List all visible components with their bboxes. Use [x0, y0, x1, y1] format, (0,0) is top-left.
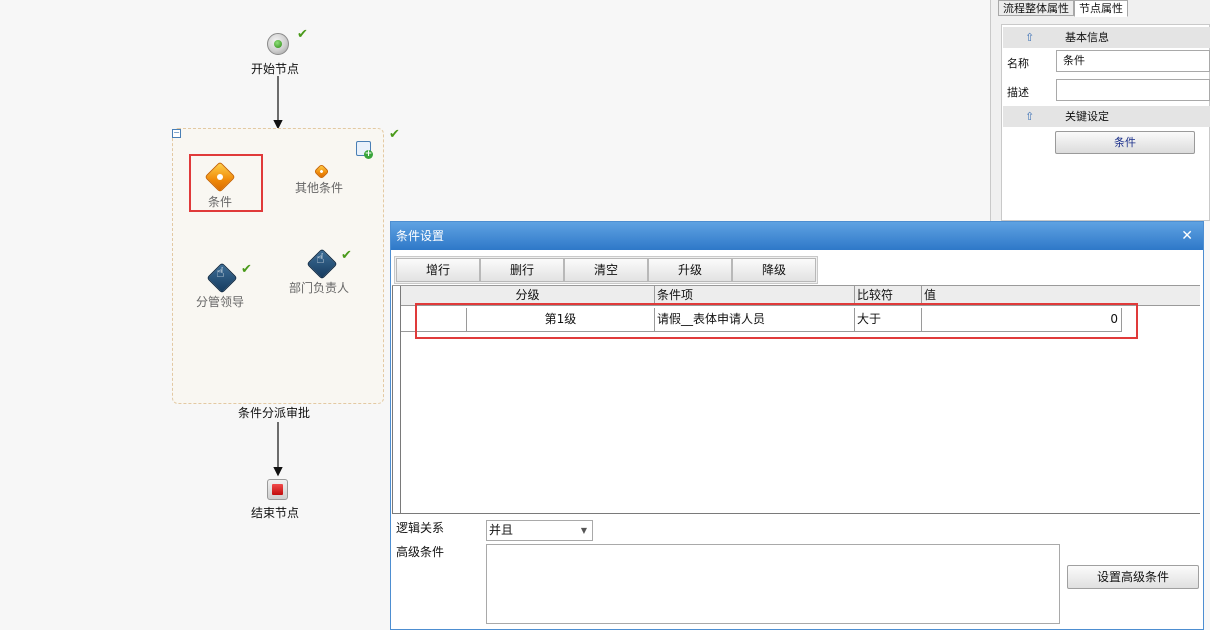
clear-button[interactable]: 清空	[564, 258, 648, 282]
start-node-label: 开始节点	[251, 62, 300, 76]
logic-label: 逻辑关系	[396, 521, 445, 535]
downgrade-button[interactable]: 降级	[732, 258, 816, 282]
name-label: 名称	[1007, 57, 1029, 70]
delete-row-button[interactable]: 删行	[480, 258, 564, 282]
highlight-row-box	[415, 303, 1138, 339]
tab-process-properties[interactable]: 流程整体属性	[998, 0, 1074, 16]
dept-head-task-label: 部门负责人	[289, 281, 350, 295]
dropdown-arrow-icon[interactable]: ▼	[581, 521, 587, 540]
logic-select-value: 并且	[489, 523, 514, 537]
close-icon[interactable]: ✕	[1181, 222, 1193, 250]
hand-icon: ☝	[216, 265, 225, 281]
leader-task-label: 分管领导	[196, 295, 245, 309]
collapse-up-icon[interactable]: ⇧	[1025, 106, 1034, 127]
collapse-up-icon[interactable]: ⇧	[1025, 27, 1034, 48]
collapse-icon[interactable]: −	[172, 129, 181, 138]
other-condition-label: 其他条件	[295, 181, 344, 195]
name-field[interactable]: 条件	[1056, 50, 1210, 72]
add-node-icon[interactable]	[356, 141, 373, 159]
check-icon: ✔	[341, 248, 352, 263]
description-label: 描述	[1007, 86, 1029, 99]
basic-info-title: 基本信息	[1065, 31, 1109, 44]
upgrade-button[interactable]: 升级	[648, 258, 732, 282]
grid-left-border	[392, 286, 393, 514]
check-icon: ✔	[297, 27, 308, 42]
dialog-title-text: 条件设置	[396, 229, 445, 243]
key-settings-section[interactable]: ⇧ 关键设定	[1003, 106, 1210, 127]
advanced-condition-textarea[interactable]	[486, 544, 1060, 624]
end-node-label: 结束节点	[251, 506, 300, 520]
advanced-condition-label: 高级条件	[396, 545, 445, 559]
highlight-condition-box	[189, 154, 263, 212]
check-icon: ✔	[241, 262, 252, 277]
key-settings-title: 关键设定	[1065, 110, 1109, 123]
hand-icon: ☝	[316, 251, 325, 267]
logic-select[interactable]: 并且 ▼	[486, 520, 593, 541]
add-row-button[interactable]: 增行	[396, 258, 480, 282]
start-node-icon[interactable]	[267, 33, 289, 55]
basic-info-section[interactable]: ⇧ 基本信息	[1003, 27, 1210, 48]
check-icon: ✔	[389, 127, 400, 142]
description-field[interactable]	[1056, 79, 1210, 101]
container-label: 条件分派审批	[238, 406, 311, 420]
dialog-title: 条件设置 ✕	[391, 222, 1203, 250]
tab-node-properties[interactable]: 节点属性	[1074, 0, 1128, 17]
set-advanced-condition-button[interactable]: 设置高级条件	[1067, 565, 1199, 589]
end-node-icon[interactable]	[267, 479, 288, 500]
condition-button[interactable]: 条件	[1055, 131, 1195, 154]
